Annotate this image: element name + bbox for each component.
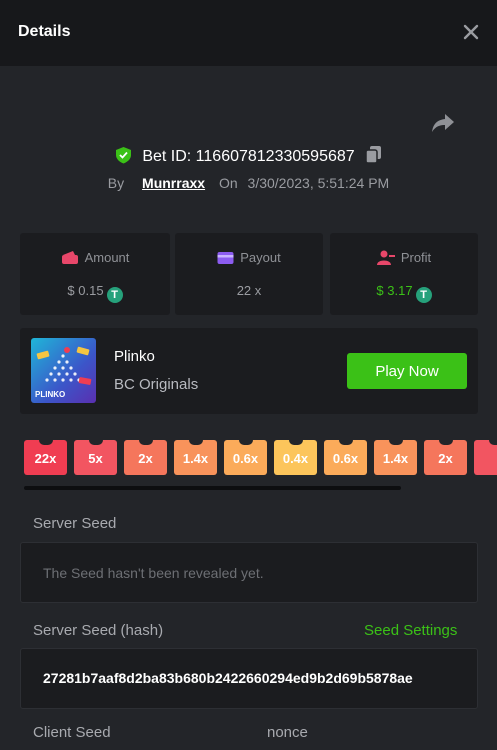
profit-card: Profit $ 3.17 T [330, 233, 478, 315]
chip-notch [138, 440, 153, 445]
multiplier-chip: 0.6x [324, 440, 367, 475]
by-label: By [107, 175, 125, 191]
amount-card: Amount $ 0.15 T [20, 233, 170, 315]
game-provider: BC Originals [114, 376, 199, 393]
close-icon[interactable] [461, 22, 481, 42]
server-seed-hash-label: Server Seed (hash) [33, 622, 164, 639]
seed-settings-link[interactable]: Seed Settings [364, 622, 457, 639]
multiplier-chip: 2x [424, 440, 467, 475]
wallet-icon [61, 251, 78, 264]
profit-value-row: $ 3.17 T [330, 283, 478, 303]
multiplier-chip: 1.4x [374, 440, 417, 475]
multiplier-chip: 1.4x [174, 440, 217, 475]
amount-value-row: $ 0.15 T [20, 283, 170, 303]
bet-author-row: By Munrraxx On 3/30/2023, 5:51:24 PM [0, 175, 497, 191]
server-seed-value: The Seed hasn't been revealed yet. [43, 565, 264, 581]
client-seed-label: Client Seed [33, 724, 111, 741]
share-icon[interactable] [431, 112, 455, 134]
bet-id: Bet ID: 116607812330595687 [142, 148, 355, 165]
multiplier-chip: 0.6x [224, 440, 267, 475]
profit-label: Profit [400, 250, 432, 265]
chip-notch [388, 440, 403, 445]
chip-notch [38, 440, 53, 445]
on-label: On [218, 175, 238, 191]
amount-value: $ 0.15 [67, 283, 104, 298]
chip-notch [338, 440, 353, 445]
payout-card: Payout 22 x [175, 233, 323, 315]
plinko-thumbnail[interactable]: PLINKO [31, 338, 96, 403]
multiplier-chip: 22x [24, 440, 67, 475]
chip-notch [188, 440, 203, 445]
multiplier-strip[interactable]: 22x 5x 2x 1.4x 0.6x 0.4x 0.6x 1.4x 2x [24, 440, 497, 475]
server-seed-hash-value: 27281b7aaf8d2ba83b680b2422660294ed9b2d69… [43, 670, 413, 686]
nonce-label: nonce [267, 724, 308, 741]
play-now-button[interactable]: Play Now [347, 353, 467, 389]
chip-notch [88, 440, 103, 445]
game-card: PLINKO Plinko BC Originals Play Now [20, 328, 478, 414]
payout-label: Payout [240, 250, 281, 265]
usdt-coin-icon: T [106, 287, 123, 303]
game-name[interactable]: Plinko [114, 348, 155, 365]
server-seed-field: The Seed hasn't been revealed yet. [20, 542, 478, 603]
bet-id-row: Bet ID: 116607812330595687 [0, 145, 497, 166]
profit-value: $ 3.17 [376, 283, 413, 298]
page-title: Details [18, 23, 71, 40]
details-header: Details [0, 0, 497, 66]
payout-label-row: Payout [175, 250, 323, 265]
amount-label: Amount [84, 250, 130, 265]
multiplier-chip: 0.4x [274, 440, 317, 475]
bet-datetime: 3/30/2023, 5:51:24 PM [247, 175, 390, 191]
profit-label-row: Profit [330, 250, 478, 265]
chip-notch [438, 440, 453, 445]
multiplier-chip: 5x [74, 440, 117, 475]
usdt-coin-icon: T [415, 287, 432, 303]
chip-notch [238, 440, 253, 445]
card-icon [217, 252, 234, 264]
multiplier-chip [474, 440, 497, 475]
amount-label-row: Amount [20, 250, 170, 265]
thumbnail-text: PLINKO [35, 390, 66, 399]
payout-value: 22 x [236, 283, 262, 298]
chip-notch [488, 440, 497, 445]
server-seed-hash-field[interactable]: 27281b7aaf8d2ba83b680b2422660294ed9b2d69… [20, 648, 478, 709]
server-seed-label: Server Seed [33, 515, 117, 532]
copy-icon[interactable] [365, 145, 382, 164]
verified-shield-icon [115, 147, 131, 164]
chip-notch [288, 440, 303, 445]
horizontal-scrollbar[interactable] [24, 486, 401, 490]
profit-icon [376, 250, 395, 265]
username-link[interactable]: Munrraxx [142, 175, 205, 191]
multiplier-chip: 2x [124, 440, 167, 475]
